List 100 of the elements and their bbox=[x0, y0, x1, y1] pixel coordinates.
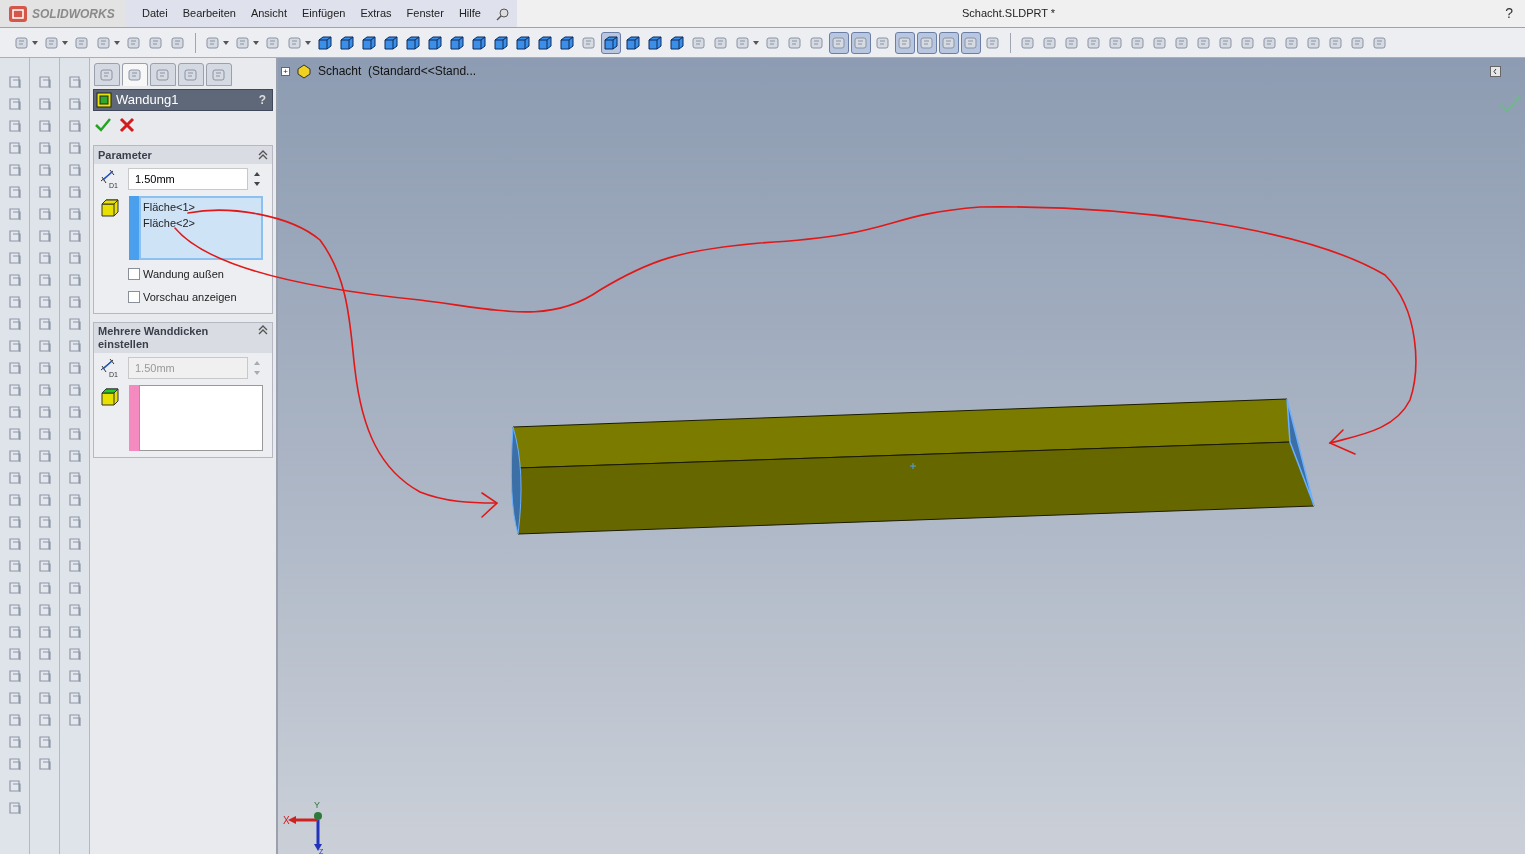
tool-icon[interactable] bbox=[36, 492, 53, 508]
tool-icon[interactable] bbox=[36, 74, 53, 90]
tool-icon[interactable] bbox=[66, 712, 83, 728]
tool-icon[interactable] bbox=[6, 668, 23, 684]
tool-icon[interactable] bbox=[36, 162, 53, 178]
tool-icon[interactable] bbox=[6, 602, 23, 618]
tool-icon[interactable] bbox=[36, 96, 53, 112]
menu-item[interactable]: Datei bbox=[142, 5, 168, 22]
tool-icon[interactable] bbox=[36, 624, 53, 640]
tool-icon[interactable] bbox=[36, 272, 53, 288]
tool-icon[interactable] bbox=[36, 514, 53, 530]
tool-icon[interactable] bbox=[36, 712, 53, 728]
list-item[interactable]: Fläche<2> bbox=[143, 215, 259, 231]
tool-icon[interactable] bbox=[6, 536, 23, 552]
panel-tab[interactable] bbox=[94, 63, 120, 86]
tool-icon[interactable] bbox=[6, 492, 23, 508]
tool-icon[interactable] bbox=[6, 184, 23, 200]
tool-icon[interactable] bbox=[36, 316, 53, 332]
tool-icon[interactable] bbox=[36, 448, 53, 464]
tool-icon[interactable] bbox=[6, 448, 23, 464]
tool-icon[interactable] bbox=[6, 624, 23, 640]
tool-icon[interactable] bbox=[66, 294, 83, 310]
toolbar-button[interactable] bbox=[917, 31, 937, 54]
ok-button[interactable] bbox=[95, 117, 111, 133]
tool-icon[interactable] bbox=[66, 470, 83, 486]
tool-icon[interactable] bbox=[66, 426, 83, 442]
tool-icon[interactable] bbox=[66, 228, 83, 244]
menu-item[interactable]: Hilfe bbox=[458, 5, 481, 22]
tool-icon[interactable] bbox=[66, 580, 83, 596]
tool-icon[interactable] bbox=[6, 734, 23, 750]
tool-icon[interactable] bbox=[6, 756, 23, 772]
tool-icon[interactable] bbox=[6, 272, 23, 288]
tool-icon[interactable] bbox=[36, 184, 53, 200]
confirm-check-icon[interactable] bbox=[1499, 94, 1521, 114]
help-button[interactable]: ? bbox=[258, 91, 266, 109]
tool-icon[interactable] bbox=[6, 712, 23, 728]
tool-icon[interactable] bbox=[66, 668, 83, 684]
tool-icon[interactable] bbox=[66, 360, 83, 376]
tool-icon[interactable] bbox=[36, 668, 53, 684]
tool-icon[interactable] bbox=[36, 404, 53, 420]
tree-expander[interactable]: + bbox=[281, 66, 290, 76]
tool-icon[interactable] bbox=[6, 800, 23, 816]
toolbar-button[interactable] bbox=[851, 31, 871, 54]
tool-icon[interactable] bbox=[36, 338, 53, 354]
tool-icon[interactable] bbox=[6, 118, 23, 134]
toolbar-button[interactable] bbox=[895, 31, 915, 54]
menu-item[interactable]: Einfügen bbox=[302, 5, 346, 22]
tool-icon[interactable] bbox=[66, 96, 83, 112]
checkbox[interactable] bbox=[128, 290, 140, 303]
cancel-button[interactable] bbox=[119, 117, 135, 133]
tool-icon[interactable] bbox=[66, 118, 83, 134]
tool-icon[interactable] bbox=[66, 338, 83, 354]
tool-icon[interactable] bbox=[66, 514, 83, 530]
tool-icon[interactable] bbox=[6, 316, 23, 332]
menu-item[interactable]: Fenster bbox=[406, 5, 444, 22]
tool-icon[interactable] bbox=[6, 404, 23, 420]
tool-icon[interactable] bbox=[36, 734, 53, 750]
toolbar-button[interactable] bbox=[829, 31, 849, 54]
tool-icon[interactable] bbox=[66, 602, 83, 618]
tool-icon[interactable] bbox=[6, 470, 23, 486]
tool-icon[interactable] bbox=[6, 690, 23, 706]
tool-icon[interactable] bbox=[36, 690, 53, 706]
tool-icon[interactable] bbox=[6, 228, 23, 244]
tool-icon[interactable] bbox=[6, 74, 23, 90]
face-selection-list[interactable] bbox=[129, 385, 263, 451]
panel-tab[interactable] bbox=[150, 63, 176, 86]
panel-tab[interactable] bbox=[178, 63, 204, 86]
tool-icon[interactable] bbox=[6, 558, 23, 574]
tool-icon[interactable] bbox=[6, 206, 23, 222]
tool-icon[interactable] bbox=[36, 228, 53, 244]
tool-icon[interactable] bbox=[66, 536, 83, 552]
menu-item[interactable]: Ansicht bbox=[250, 5, 287, 22]
tool-icon[interactable] bbox=[36, 250, 53, 266]
tool-icon[interactable] bbox=[6, 338, 23, 354]
collapse-chevron-icon[interactable] bbox=[258, 150, 268, 160]
tool-icon[interactable] bbox=[6, 514, 23, 530]
tool-icon[interactable] bbox=[66, 404, 83, 420]
help-button[interactable]: ? bbox=[1505, 3, 1513, 24]
tool-icon[interactable] bbox=[66, 448, 83, 464]
tool-icon[interactable] bbox=[36, 646, 53, 662]
tool-icon[interactable] bbox=[36, 536, 53, 552]
tool-icon[interactable] bbox=[66, 624, 83, 640]
checkbox[interactable] bbox=[128, 268, 140, 281]
tool-icon[interactable] bbox=[6, 426, 23, 442]
tool-icon[interactable] bbox=[66, 184, 83, 200]
tool-icon[interactable] bbox=[36, 602, 53, 618]
menu-item[interactable]: Extras bbox=[360, 5, 392, 22]
tool-icon[interactable] bbox=[6, 360, 23, 376]
panel-tab[interactable] bbox=[206, 63, 232, 86]
tool-icon[interactable] bbox=[6, 646, 23, 662]
tool-icon[interactable] bbox=[66, 558, 83, 574]
tool-icon[interactable] bbox=[36, 470, 53, 486]
tool-icon[interactable] bbox=[6, 294, 23, 310]
tool-icon[interactable] bbox=[66, 206, 83, 222]
tool-icon[interactable] bbox=[36, 756, 53, 772]
tool-icon[interactable] bbox=[6, 778, 23, 794]
tool-icon[interactable] bbox=[66, 162, 83, 178]
toolbar-button[interactable] bbox=[961, 31, 981, 54]
tool-icon[interactable] bbox=[6, 580, 23, 596]
tool-icon[interactable] bbox=[6, 96, 23, 112]
